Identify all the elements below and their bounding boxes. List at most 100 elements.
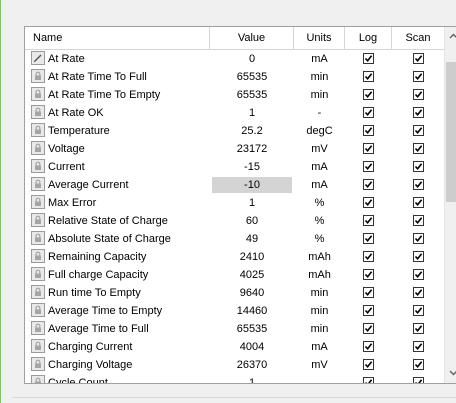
lock-icon[interactable] xyxy=(31,141,45,155)
log-checkbox[interactable] xyxy=(363,269,374,280)
table-row[interactable]: Relative State of Charge 60% xyxy=(25,212,444,230)
scan-checkbox[interactable] xyxy=(412,89,424,100)
name-cell[interactable]: Full charge Capacity xyxy=(25,266,210,284)
table-row[interactable]: Average Time to Full 65535 min xyxy=(25,320,444,338)
lock-icon[interactable] xyxy=(31,123,45,137)
scan-checkbox[interactable] xyxy=(412,161,424,172)
log-checkbox[interactable] xyxy=(363,287,374,298)
lock-icon[interactable] xyxy=(31,195,45,209)
name-cell[interactable]: Average Time to Full xyxy=(25,320,210,338)
column-header-scan[interactable]: Scan xyxy=(392,27,444,49)
log-checkbox[interactable] xyxy=(363,161,374,172)
name-cell[interactable]: Voltage xyxy=(25,140,210,158)
scan-checkbox[interactable] xyxy=(412,359,424,370)
log-checkbox[interactable] xyxy=(363,251,374,262)
scan-checkbox[interactable] xyxy=(412,53,424,64)
lock-icon[interactable] xyxy=(31,339,45,353)
value-cell[interactable]: -15 xyxy=(210,158,294,176)
table-row[interactable]: Temperature 25.2 degC xyxy=(25,122,444,140)
scan-checkbox[interactable] xyxy=(412,179,424,190)
scan-checkbox[interactable] xyxy=(412,233,424,244)
scan-checkbox[interactable] xyxy=(412,377,424,383)
scan-checkbox[interactable] xyxy=(412,125,424,136)
value-cell[interactable]: 65535 xyxy=(210,86,294,104)
table-row[interactable]: Full charge Capacity 4025 mAh xyxy=(25,266,444,284)
name-cell[interactable]: Charging Voltage xyxy=(25,356,210,374)
log-checkbox[interactable] xyxy=(363,89,374,100)
table-row[interactable]: Average Current -10 mA xyxy=(25,176,444,194)
lock-icon[interactable] xyxy=(31,213,45,227)
table-row[interactable]: At Rate OK 1 - xyxy=(25,104,444,122)
lock-icon[interactable] xyxy=(31,159,45,173)
name-cell[interactable]: Average Time to Empty xyxy=(25,302,210,320)
log-checkbox[interactable] xyxy=(363,71,374,82)
scroll-thumb[interactable] xyxy=(446,62,456,202)
scan-checkbox[interactable] xyxy=(412,341,424,352)
lock-icon[interactable] xyxy=(31,303,45,317)
log-checkbox[interactable] xyxy=(363,323,374,334)
lock-icon[interactable] xyxy=(31,285,45,299)
table-row[interactable]: Voltage 23172 mV xyxy=(25,140,444,158)
value-cell[interactable]: 14460 xyxy=(210,302,294,320)
scan-checkbox[interactable] xyxy=(412,215,424,226)
column-header-value[interactable]: Value xyxy=(210,27,294,49)
table-row[interactable]: Run time To Empty 9640 min xyxy=(25,284,444,302)
value-cell[interactable]: 1 xyxy=(210,374,294,383)
name-cell[interactable]: Temperature xyxy=(25,122,210,140)
log-checkbox[interactable] xyxy=(363,179,374,190)
vertical-scrollbar[interactable] xyxy=(444,27,456,383)
value-cell[interactable]: 2410 xyxy=(210,248,294,266)
log-checkbox[interactable] xyxy=(363,125,374,136)
log-checkbox[interactable] xyxy=(363,107,374,118)
table-row[interactable]: At Rate Time To Empty 65535 min xyxy=(25,86,444,104)
log-checkbox[interactable] xyxy=(363,341,374,352)
log-checkbox[interactable] xyxy=(363,359,374,370)
value-cell[interactable]: 0 xyxy=(210,50,294,68)
table-row[interactable]: At Rate 0 mA xyxy=(25,50,444,68)
table-row[interactable]: Cycle Count 1 xyxy=(25,374,444,383)
column-header-name[interactable]: Name xyxy=(25,27,210,49)
lock-icon[interactable] xyxy=(31,105,45,119)
scroll-up-button[interactable] xyxy=(445,27,456,44)
name-cell[interactable]: At Rate OK xyxy=(25,104,210,122)
log-checkbox[interactable] xyxy=(363,197,374,208)
value-cell[interactable]: 25.2 xyxy=(210,122,294,140)
lock-icon[interactable] xyxy=(31,267,45,281)
column-header-units[interactable]: Units xyxy=(294,27,345,49)
value-cell[interactable]: 26370 xyxy=(210,356,294,374)
scroll-down-button[interactable] xyxy=(445,364,456,381)
log-checkbox[interactable] xyxy=(363,305,374,316)
name-cell[interactable]: Remaining Capacity xyxy=(25,248,210,266)
table-row[interactable]: Remaining Capacity 2410 mAh xyxy=(25,248,444,266)
name-cell[interactable]: Cycle Count xyxy=(25,374,210,383)
name-cell[interactable]: Charging Current xyxy=(25,338,210,356)
scan-checkbox[interactable] xyxy=(412,251,424,262)
name-cell[interactable]: Absolute State of Charge xyxy=(25,230,210,248)
name-cell[interactable]: At Rate xyxy=(25,50,210,68)
value-cell[interactable]: 65535 xyxy=(210,68,294,86)
scan-checkbox[interactable] xyxy=(412,287,424,298)
lock-icon[interactable] xyxy=(31,177,45,191)
log-checkbox[interactable] xyxy=(363,233,374,244)
table-row[interactable]: Max Error 1% xyxy=(25,194,444,212)
scan-checkbox[interactable] xyxy=(412,71,424,82)
lock-icon[interactable] xyxy=(31,231,45,245)
log-checkbox[interactable] xyxy=(363,215,374,226)
value-cell[interactable]: 4004 xyxy=(210,338,294,356)
lock-icon[interactable] xyxy=(31,375,45,383)
log-checkbox[interactable] xyxy=(363,143,374,154)
name-cell[interactable]: Max Error xyxy=(25,194,210,212)
name-cell[interactable]: Relative State of Charge xyxy=(25,212,210,230)
name-cell[interactable]: Current xyxy=(25,158,210,176)
lock-icon[interactable] xyxy=(31,69,45,83)
value-cell[interactable]: 60 xyxy=(210,212,294,230)
scan-checkbox[interactable] xyxy=(412,305,424,316)
table-row[interactable]: Current -15 mA xyxy=(25,158,444,176)
table-row[interactable]: Absolute State of Charge 49% xyxy=(25,230,444,248)
scan-checkbox[interactable] xyxy=(412,107,424,118)
name-cell[interactable]: At Rate Time To Empty xyxy=(25,86,210,104)
name-cell[interactable]: Average Current xyxy=(25,176,210,194)
scan-checkbox[interactable] xyxy=(412,323,424,334)
pencil-icon[interactable] xyxy=(31,51,45,65)
table-row[interactable]: Charging Voltage 26370 mV xyxy=(25,356,444,374)
